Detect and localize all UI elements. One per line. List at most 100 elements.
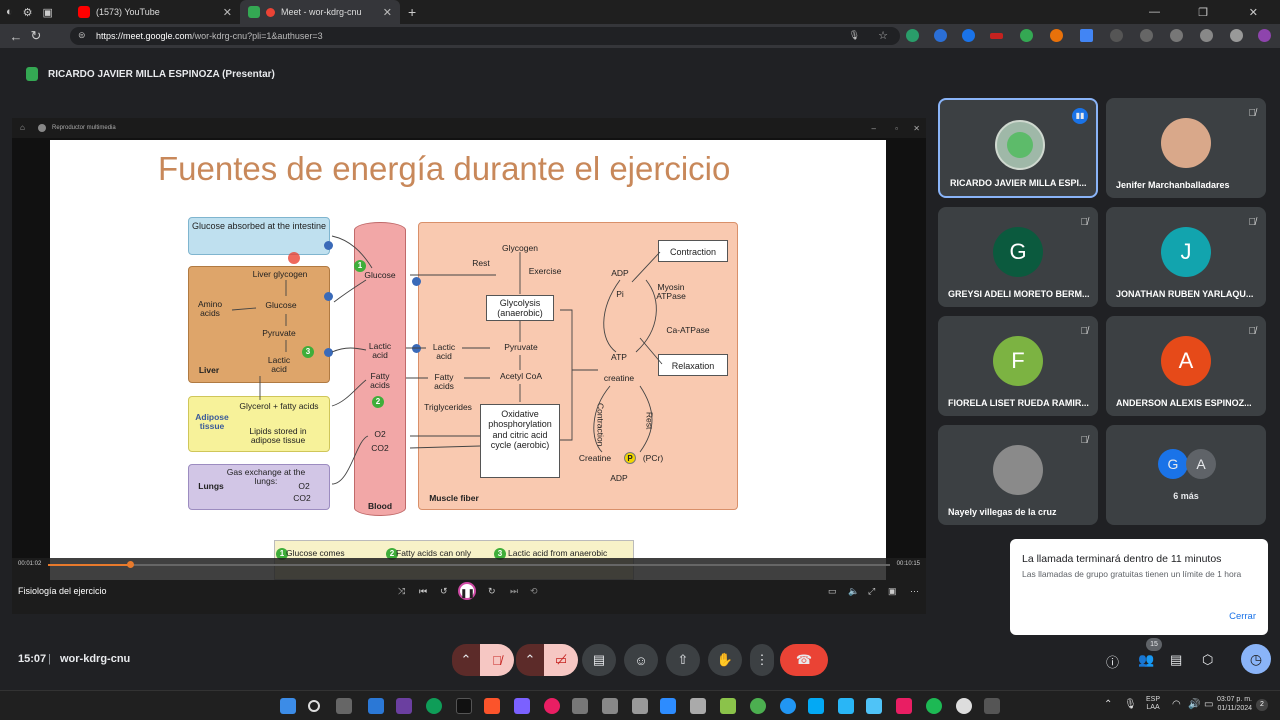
reactions-button[interactable]: ☺ (624, 644, 658, 676)
mic-permission-icon[interactable]: 🎙 (849, 30, 860, 41)
app-icon[interactable] (720, 698, 736, 714)
camera-toggle-button[interactable]: ▭̸ (544, 644, 578, 676)
site-info-icon[interactable]: ⊜ (78, 30, 86, 41)
extension-icon[interactable] (1050, 29, 1063, 42)
extension-icon[interactable] (1020, 29, 1033, 42)
tab-list-icon[interactable]: ▣ (43, 6, 53, 19)
extensions-puzzle-icon[interactable] (1170, 29, 1183, 42)
chat-icon[interactable]: ▤ (1170, 652, 1182, 668)
activities-icon[interactable]: ⬡ (1202, 652, 1213, 668)
mic-icon[interactable]: 🎙 (1124, 699, 1137, 710)
next-icon[interactable]: ⏭ (510, 586, 518, 597)
app-icon[interactable] (572, 698, 588, 714)
widgets-icon[interactable] (368, 698, 384, 714)
yandex-icon[interactable] (896, 698, 912, 714)
brave-icon[interactable] (484, 698, 500, 714)
app-icon[interactable] (690, 698, 706, 714)
participant-tile[interactable]: ▮▮ RICARDO JAVIER MILLA ESPI... (938, 98, 1098, 198)
extension-icon[interactable] (934, 29, 947, 42)
previous-icon[interactable]: ⏮ (419, 586, 427, 597)
toast-close-button[interactable]: Cerrar (1229, 611, 1256, 622)
repeat-icon[interactable]: ⟲ (530, 586, 538, 597)
cast-icon[interactable]: ▣ (888, 586, 897, 597)
tab-meet[interactable]: Meet - wor-kdrg-cnu ✕ (240, 0, 400, 24)
timer-icon[interactable]: ◷ (1241, 644, 1271, 674)
close-window-icon[interactable]: ✕ (1249, 6, 1258, 19)
tiktok-icon[interactable] (456, 698, 472, 714)
task-view-icon[interactable] (336, 698, 352, 714)
reload-icon[interactable]: ↻ (26, 28, 46, 44)
zoom-icon[interactable] (660, 698, 676, 714)
language-indicator[interactable]: ESP LAA (1146, 696, 1160, 713)
present-button[interactable]: ⇧ (666, 644, 700, 676)
participant-tile[interactable]: 🎙̸ Nayely villegas de la cruz (938, 425, 1098, 525)
edge-icon[interactable] (426, 698, 442, 714)
raise-hand-button[interactable]: ✋ (708, 644, 742, 676)
reading-list-icon[interactable] (1230, 29, 1243, 42)
extension-icon[interactable] (1140, 29, 1153, 42)
maximize-icon[interactable]: ▫ (895, 124, 898, 133)
mic-toggle-button[interactable]: 🎙̸ (480, 644, 514, 676)
participant-tile[interactable]: F 🎙̸ FIORELA LISET RUEDA RAMIR... (938, 316, 1098, 416)
participant-tile[interactable]: J 🎙̸ JONATHAN RUBEN YARLAQU... (1106, 207, 1266, 307)
app-icon[interactable] (838, 698, 854, 714)
chrome-icon[interactable] (780, 698, 796, 714)
home-icon[interactable]: ⌂ (20, 123, 25, 132)
browser-menu-icon[interactable]: ◐ (6, 6, 13, 19)
bookmark-star-icon[interactable]: ☆ (878, 29, 888, 42)
app-icon[interactable] (808, 698, 824, 714)
minimize-icon[interactable]: — (1149, 6, 1160, 18)
spotify-icon[interactable] (926, 698, 942, 714)
app-icon[interactable] (396, 698, 412, 714)
tray-chevron-icon[interactable]: ⌃ (1104, 699, 1112, 710)
miniplayer-icon[interactable]: ▭ (828, 586, 837, 597)
search-icon[interactable] (308, 700, 320, 712)
extension-icon[interactable] (906, 29, 919, 42)
participant-tile[interactable]: A 🎙̸ ANDERSON ALEXIS ESPINOZ... (1106, 316, 1266, 416)
notification-badge[interactable]: 2 (1256, 699, 1268, 711)
extension-icon[interactable] (1080, 29, 1093, 42)
seek-bar-knob[interactable] (126, 561, 134, 568)
fullscreen-icon[interactable]: ⤢ (868, 586, 875, 597)
close-icon[interactable]: ✕ (913, 124, 920, 133)
volume-icon[interactable]: 🔈 (848, 586, 859, 597)
chrome-icon[interactable] (750, 698, 766, 714)
people-icon[interactable]: 👥 (1138, 652, 1154, 668)
app-icon[interactable] (956, 698, 972, 714)
participant-tile[interactable]: G 🎙̸ GREYSI ADELI MORETO BERM... (938, 207, 1098, 307)
opera-icon[interactable] (544, 698, 560, 714)
info-icon[interactable]: ⓘ (1106, 652, 1119, 671)
app-icon[interactable] (514, 698, 530, 714)
app-icon[interactable] (984, 698, 1000, 714)
extension-icon[interactable] (1110, 29, 1123, 42)
app-icon[interactable] (602, 698, 618, 714)
leave-call-button[interactable]: ☎ (780, 644, 828, 676)
extension-icon[interactable] (990, 33, 1003, 39)
forward-icon[interactable]: ↻ (488, 586, 496, 597)
extensions-icon[interactable]: ⚙ (23, 6, 33, 19)
back-icon[interactable]: ← (6, 29, 26, 44)
more-options-icon[interactable]: ⋯ (910, 586, 919, 597)
profile-icon[interactable] (1258, 29, 1271, 42)
audio-options-button[interactable]: ⌃ (452, 644, 480, 676)
more-options-button[interactable]: ⋮ (750, 644, 774, 676)
address-bar[interactable]: ⊜ https://meet.google.com/wor-kdrg-cnu?p… (70, 27, 900, 45)
wifi-icon[interactable]: ◠ (1172, 699, 1181, 710)
pause-button[interactable]: ❚❚ (458, 582, 476, 600)
close-tab-icon[interactable]: ✕ (223, 6, 232, 19)
more-participants-tile[interactable]: G A 6 más (1106, 425, 1266, 525)
download-icon[interactable] (1200, 29, 1213, 42)
new-tab-icon[interactable]: + (408, 4, 416, 20)
maximize-icon[interactable]: ❐ (1198, 6, 1208, 19)
start-icon[interactable] (280, 698, 296, 714)
video-options-button[interactable]: ⌃ (516, 644, 544, 676)
extension-icon[interactable] (962, 29, 975, 42)
rewind-icon[interactable]: ↺ (440, 586, 448, 597)
clock[interactable]: 03:07 p. m. 01/11/2024 (1208, 696, 1252, 714)
volume-icon[interactable]: 🔊 (1188, 699, 1200, 710)
tab-youtube[interactable]: (1573) YouTube ✕ (70, 0, 240, 24)
app-icon[interactable] (866, 698, 882, 714)
app-icon[interactable] (632, 698, 648, 714)
close-tab-icon[interactable]: ✕ (383, 6, 392, 19)
captions-button[interactable]: ▤ (582, 644, 616, 676)
